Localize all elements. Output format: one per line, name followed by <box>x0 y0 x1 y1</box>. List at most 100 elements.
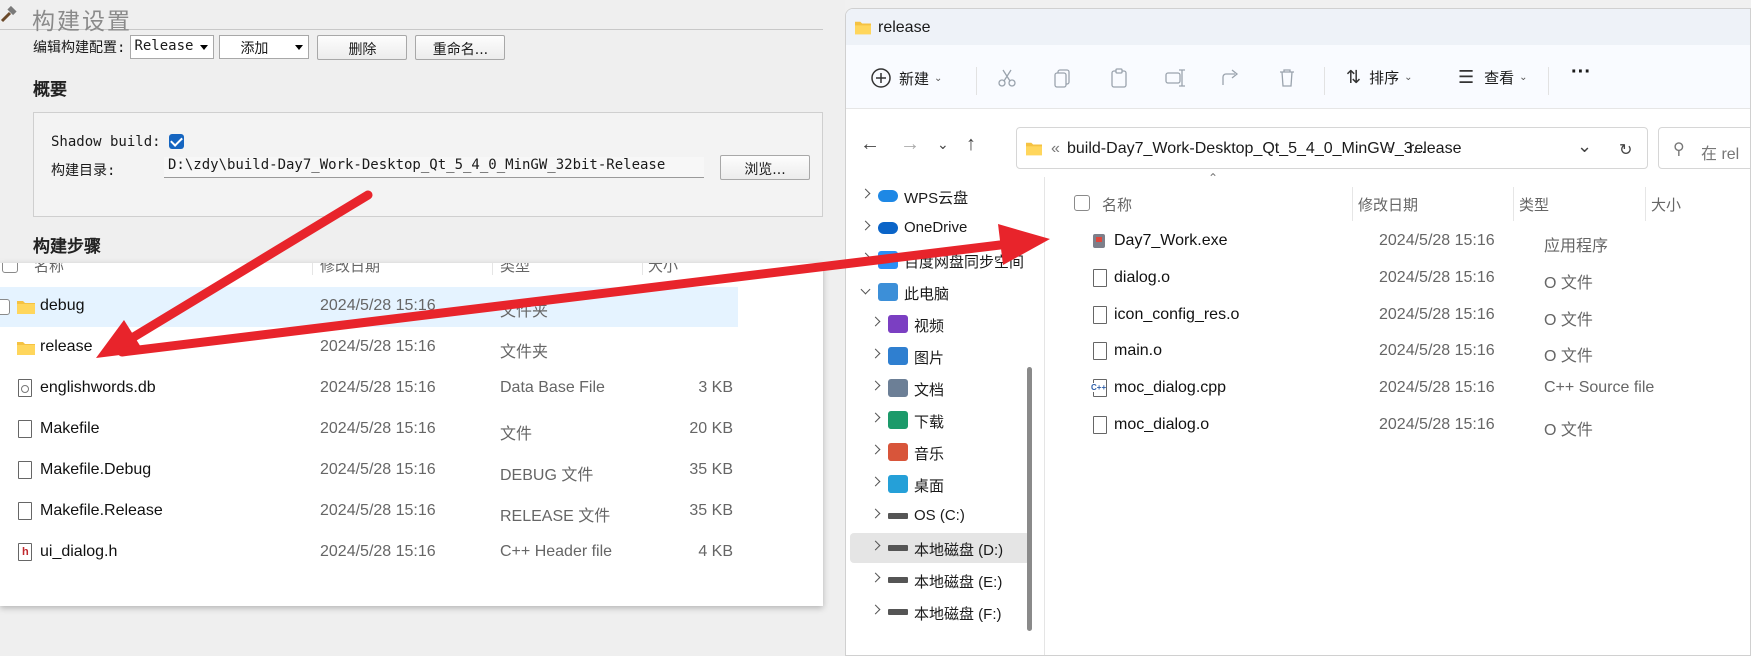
chevron-right-icon[interactable] <box>860 252 871 263</box>
chevron-right-icon[interactable] <box>860 188 871 199</box>
browse-button[interactable]: 浏览... <box>720 155 810 180</box>
refresh-icon[interactable]: ↻ <box>1619 140 1632 160</box>
forward-arrow-icon[interactable]: → <box>900 133 922 155</box>
header-date[interactable]: 修改日期 <box>320 263 380 276</box>
file-list-header: 名称 修改日期 类型 大小 <box>0 263 823 275</box>
sort-label: 排序 <box>1369 70 1400 87</box>
nav-item-label: 图片 <box>914 350 945 367</box>
share-icon[interactable] <box>1220 67 1242 89</box>
nav-item[interactable]: OneDrive <box>846 213 1042 243</box>
view-button[interactable]: ☰ 查看 ⌄ <box>1458 67 1528 88</box>
recent-locations-icon[interactable]: ⌄ <box>937 136 959 158</box>
chevron-right-icon[interactable] <box>870 316 881 327</box>
file-row-day7-work-exe[interactable]: Day7_Work.exe 2024/5/28 15:16 应用程序 <box>1045 222 1750 262</box>
chevron-right-icon[interactable] <box>870 412 881 423</box>
cut-icon[interactable] <box>996 67 1018 89</box>
file-row-dialog-o[interactable]: dialog.o 2024/5/28 15:16 O 文件 <box>1045 259 1750 299</box>
back-arrow-icon[interactable]: ← <box>860 133 882 155</box>
address-segment-current[interactable]: release <box>1409 140 1461 158</box>
explorer-navigation-bar: ← → ⌄ ↑ « build-Day7_Work-Desktop_Qt_5_4… <box>846 109 1750 177</box>
rename-config-button[interactable]: 重命名... <box>415 34 506 60</box>
chevron-right-icon[interactable] <box>870 604 881 615</box>
chevron-right-icon[interactable] <box>870 540 881 551</box>
nav-pane-scrollbar[interactable] <box>1027 367 1032 631</box>
paste-icon[interactable] <box>1108 67 1130 89</box>
address-overflow[interactable]: « <box>1051 140 1060 158</box>
chevron-right-icon[interactable] <box>870 348 881 359</box>
chevron-right-icon[interactable] <box>860 220 871 231</box>
header-name[interactable]: 名称 <box>1102 194 1132 215</box>
select-all-checkbox[interactable] <box>2 263 18 273</box>
file-type: C++ Source file <box>1544 379 1655 396</box>
chevron-down-icon[interactable] <box>860 284 871 295</box>
nav-item[interactable]: 百度网盘同步空间 <box>846 245 1042 275</box>
sort-button[interactable]: ⇅ 排序 ⌄ <box>1346 67 1413 88</box>
file-row-englishwords[interactable]: englishwords.db 2024/5/28 15:16 Data Bas… <box>0 369 823 409</box>
more-options-icon[interactable]: ··· <box>1571 61 1591 84</box>
file-row-release[interactable]: release 2024/5/28 15:16 文件夹 <box>0 328 823 368</box>
header-size[interactable]: 大小 <box>1651 194 1681 215</box>
nav-item[interactable]: 视频 <box>846 309 1042 339</box>
documents-icon <box>888 379 908 397</box>
build-settings-title-bar: 构建设置 <box>0 2 823 35</box>
nav-item[interactable]: 图片 <box>846 341 1042 371</box>
nav-item[interactable]: OS (C:) <box>846 501 1042 531</box>
file-name: Makefile.Release <box>40 502 163 519</box>
row-checkbox[interactable] <box>0 299 10 315</box>
chevron-right-icon[interactable] <box>870 380 881 391</box>
database-file-icon <box>16 379 36 399</box>
build-config-select[interactable]: Release <box>130 35 215 59</box>
delete-icon[interactable] <box>1276 67 1298 89</box>
address-segment-parent[interactable]: build-Day7_Work-Desktop_Qt_5_4_0_MinGW_3… <box>1067 140 1426 158</box>
search-box[interactable]: ⚲ 在 rel <box>1658 127 1750 169</box>
file-date: 2024/5/28 15:16 <box>320 297 436 314</box>
chevron-right-icon[interactable] <box>870 476 881 487</box>
chevron-right-icon[interactable] <box>870 444 881 455</box>
up-arrow-icon[interactable]: ↑ <box>966 133 988 155</box>
copy-icon[interactable] <box>1052 67 1074 89</box>
file-size: 35 KB <box>689 502 733 519</box>
drive-icon <box>888 609 908 615</box>
file-row-makefile[interactable]: Makefile 2024/5/28 15:16 文件 20 KB <box>0 410 823 450</box>
select-all-checkbox[interactable] <box>1074 195 1090 211</box>
file-row-main-o[interactable]: main.o 2024/5/28 15:16 O 文件 <box>1045 332 1750 372</box>
rename-icon[interactable] <box>1164 67 1186 89</box>
header-date[interactable]: 修改日期 <box>1358 194 1418 215</box>
shadow-build-checkbox[interactable] <box>169 134 184 149</box>
nav-item[interactable]: 文档 <box>846 373 1042 403</box>
file-row-moc-dialog-cpp[interactable]: C++ moc_dialog.cpp 2024/5/28 15:16 C++ S… <box>1045 369 1750 409</box>
nav-item[interactable]: 音乐 <box>846 437 1042 467</box>
header-name[interactable]: 名称 <box>34 263 64 276</box>
file-row-ui-dialog[interactable]: h ui_dialog.h 2024/5/28 15:16 C++ Header… <box>0 533 823 573</box>
file-icon <box>16 420 36 440</box>
file-name: Day7_Work.exe <box>1114 232 1228 249</box>
build-dir-input[interactable]: D:\zdy\build-Day7_Work-Desktop_Qt_5_4_0_… <box>164 157 704 178</box>
file-row-makefile-debug[interactable]: Makefile.Debug 2024/5/28 15:16 DEBUG 文件 … <box>0 451 823 491</box>
nav-item[interactable]: 此电脑 <box>846 277 1042 307</box>
header-type[interactable]: 类型 <box>500 263 530 276</box>
file-name: Makefile.Debug <box>40 461 152 478</box>
nav-item-label: 音乐 <box>914 446 945 463</box>
toolbar-separator <box>1324 67 1325 95</box>
nav-item[interactable]: 本地磁盘 (F:) <box>846 597 1042 627</box>
nav-item[interactable]: 桌面 <box>846 469 1042 499</box>
delete-config-button[interactable]: 删除 <box>317 34 408 60</box>
header-type[interactable]: 类型 <box>1519 194 1549 215</box>
nav-item[interactable]: 本地磁盘 (D:) <box>850 533 1030 563</box>
chevron-right-icon[interactable] <box>870 572 881 583</box>
address-bar[interactable]: « build-Day7_Work-Desktop_Qt_5_4_0_MinGW… <box>1016 127 1648 169</box>
chevron-right-icon[interactable] <box>870 508 881 519</box>
file-row-debug[interactable]: debug 2024/5/28 15:16 文件夹 <box>0 287 738 327</box>
nav-item[interactable]: 本地磁盘 (E:) <box>846 565 1042 595</box>
add-config-button[interactable]: 添加 <box>219 35 310 59</box>
header-size[interactable]: 大小 <box>648 263 678 276</box>
file-date: 2024/5/28 15:16 <box>1379 232 1495 249</box>
file-type: 文件夹 <box>500 303 549 320</box>
file-row-icon-config-res-o[interactable]: icon_config_res.o 2024/5/28 15:16 O 文件 <box>1045 296 1750 336</box>
nav-item[interactable]: 下载 <box>846 405 1042 435</box>
nav-item[interactable]: WPS云盘 <box>846 181 1042 211</box>
file-row-makefile-release[interactable]: Makefile.Release 2024/5/28 15:16 RELEASE… <box>0 492 823 532</box>
new-button[interactable]: 新建 ⌄ <box>870 67 942 89</box>
chevron-down-icon[interactable]: ⌄ <box>1577 136 1592 157</box>
file-row-moc-dialog-o[interactable]: moc_dialog.o 2024/5/28 15:16 O 文件 <box>1045 406 1750 446</box>
